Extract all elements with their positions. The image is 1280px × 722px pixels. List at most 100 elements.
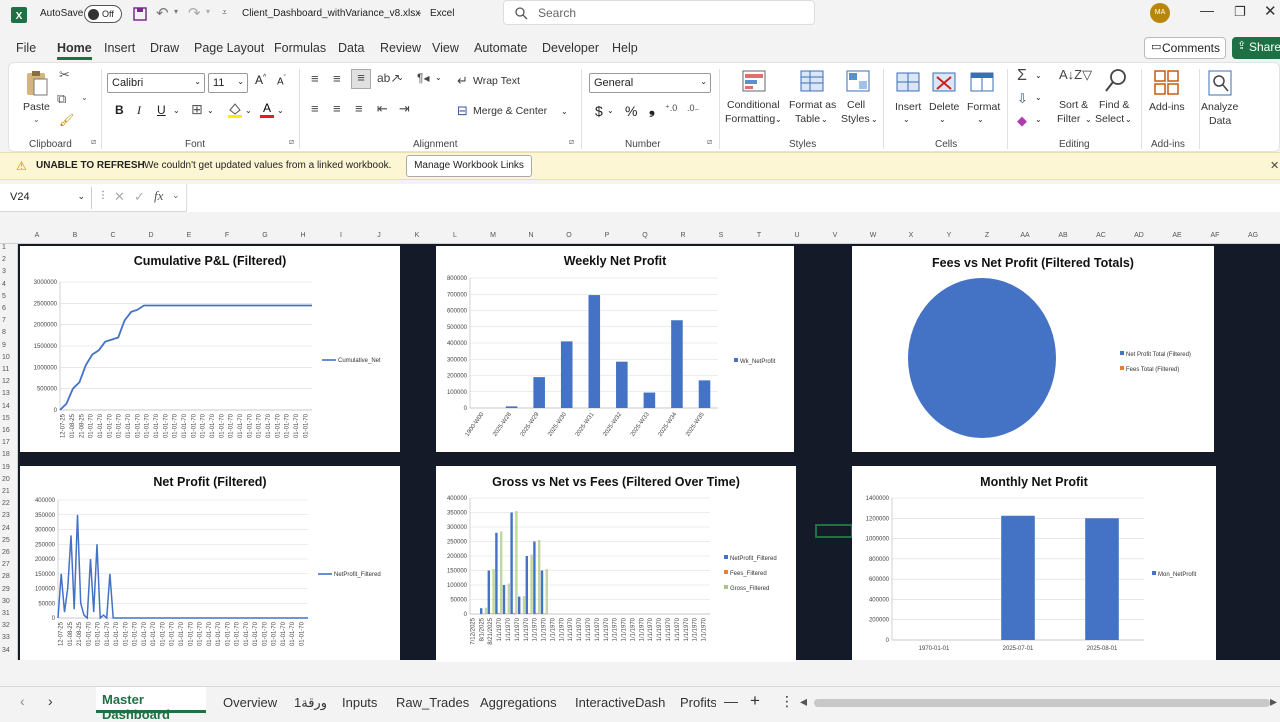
tab-insert[interactable]: Insert <box>104 41 135 55</box>
delete-cells-icon[interactable] <box>931 69 957 95</box>
fill-icon[interactable]: ⇩ <box>1017 91 1028 107</box>
column-header-AE[interactable]: AE <box>1158 232 1196 239</box>
column-header-F[interactable]: F <box>208 232 246 239</box>
analyze-data-label-2[interactable]: Data <box>1209 115 1231 127</box>
underline-button[interactable]: U <box>157 103 166 117</box>
sheet-tab-overview[interactable]: Overview <box>223 695 277 710</box>
cumulative-pnl-chart[interactable]: Cumulative P&L (Filtered) 05000001000000… <box>20 246 400 452</box>
cell-styles-label[interactable]: Cell <box>847 99 865 111</box>
column-header-E[interactable]: E <box>170 232 208 239</box>
align-bottom-icon[interactable]: ≡ <box>351 69 371 89</box>
add-sheet-icon[interactable]: + <box>750 691 760 711</box>
row-header-15[interactable]: 15 <box>2 415 10 422</box>
redo-icon[interactable]: ↷ <box>188 4 201 22</box>
underline-dropdown-icon[interactable]: ⌄ <box>173 106 180 115</box>
sort-filter-label[interactable]: Sort & <box>1059 99 1088 111</box>
row-header-10[interactable]: 10 <box>2 354 10 361</box>
row-header-22[interactable]: 22 <box>2 500 10 507</box>
format-as-table-label-2[interactable]: Table <box>795 113 820 125</box>
format-cells-label[interactable]: Format <box>967 101 1000 113</box>
collapse-tabs-icon[interactable]: — <box>724 693 738 709</box>
row-header-1[interactable]: 1 <box>2 244 6 251</box>
merge-icon[interactable]: ⊟ <box>457 103 468 119</box>
row-header-16[interactable]: 16 <box>2 427 10 434</box>
align-center-icon[interactable]: ≡ <box>333 101 341 116</box>
font-size-select[interactable]: 11 ⌄ <box>208 73 248 93</box>
column-header-R[interactable]: R <box>664 232 702 239</box>
sort-filter-label-2[interactable]: Filter <box>1057 113 1080 125</box>
tab-page-layout[interactable]: Page Layout <box>194 41 264 55</box>
copy-icon[interactable]: ⧉ <box>57 91 66 107</box>
column-header-Y[interactable]: Y <box>930 232 968 239</box>
format-as-table-label[interactable]: Format as <box>789 99 836 111</box>
tab-help[interactable]: Help <box>612 41 638 55</box>
row-header-4[interactable]: 4 <box>2 281 6 288</box>
column-header-B[interactable]: B <box>56 232 94 239</box>
rtl-dropdown-icon[interactable]: ⌄ <box>435 73 442 82</box>
format-painter-icon[interactable]: 🖌 <box>59 113 74 127</box>
column-header-I[interactable]: I <box>322 232 360 239</box>
find-select-dropdown-icon[interactable]: ⌄ <box>1125 115 1132 124</box>
sheet-tab-raw-trades[interactable]: Raw_Trades <box>396 695 469 710</box>
horizontal-scrollbar[interactable] <box>814 699 1270 707</box>
row-header-11[interactable]: 11 <box>2 366 9 373</box>
manage-workbook-links-button[interactable]: Manage Workbook Links <box>406 155 532 177</box>
wrap-text-icon[interactable]: ↵ <box>457 73 468 89</box>
close-icon[interactable]: ✕ <box>1264 2 1277 20</box>
row-header-20[interactable]: 20 <box>2 476 10 483</box>
undo-dropdown-icon[interactable]: ▾ <box>174 7 178 16</box>
row-header-32[interactable]: 32 <box>2 622 10 629</box>
column-header-U[interactable]: U <box>778 232 816 239</box>
format-as-table-icon[interactable] <box>799 69 825 93</box>
sheet-tab-profits[interactable]: Profits_ <box>680 695 716 710</box>
align-right-icon[interactable]: ≡ <box>355 101 363 116</box>
row-header-31[interactable]: 31 <box>2 610 10 617</box>
redo-dropdown-icon[interactable]: ▾ <box>206 7 210 16</box>
find-select-icon[interactable] <box>1103 67 1129 95</box>
currency-button[interactable]: $ <box>595 103 603 119</box>
paste-label[interactable]: Paste <box>23 101 50 113</box>
next-sheet-icon[interactable]: › <box>48 693 53 709</box>
column-header-D[interactable]: D <box>132 232 170 239</box>
column-header-AB[interactable]: AB <box>1044 232 1082 239</box>
insert-function-icon[interactable]: fx <box>154 188 163 204</box>
column-header-P[interactable]: P <box>588 232 626 239</box>
comments-button[interactable]: ▭ Comments <box>1144 37 1226 59</box>
column-header-X[interactable]: X <box>892 232 930 239</box>
row-header-19[interactable]: 19 <box>2 464 10 471</box>
italic-button[interactable]: I <box>137 103 141 118</box>
sheet-tab-master-dashboard[interactable]: Master Dashboard <box>96 687 206 713</box>
row-header-33[interactable]: 33 <box>2 634 10 641</box>
clear-dropdown-icon[interactable]: ⌄ <box>1035 115 1042 124</box>
cell-styles-label-2[interactable]: Styles <box>841 113 870 125</box>
conditional-formatting-dropdown-icon[interactable]: ⌄ <box>775 115 782 124</box>
cell-styles-icon[interactable] <box>845 69 871 93</box>
alignment-launcher-icon[interactable]: ⧄ <box>569 137 574 147</box>
fill-color-icon[interactable] <box>227 101 243 119</box>
find-select-label[interactable]: Find & <box>1099 99 1129 111</box>
increase-indent-icon[interactable]: ⇥ <box>399 101 410 117</box>
sort-filter-icon[interactable]: A↓Z▽ <box>1059 67 1092 83</box>
row-header-8[interactable]: 8 <box>2 329 6 336</box>
fees-vs-net-profit-chart[interactable]: Fees vs Net Profit (Filtered Totals) Net… <box>852 246 1214 452</box>
row-header-7[interactable]: 7 <box>2 317 6 324</box>
sheet-tab-aggregations[interactable]: Aggregations <box>480 695 557 710</box>
analyze-data-icon[interactable] <box>1207 69 1233 97</box>
percent-button[interactable]: % <box>625 103 637 119</box>
font-color-icon[interactable]: A <box>259 101 275 119</box>
decrease-decimal-icon[interactable]: .0₋ <box>687 103 699 114</box>
weekly-net-profit-chart[interactable]: Weekly Net Profit 0100000200000300000400… <box>436 246 794 452</box>
decrease-font-icon[interactable]: Aˇ <box>277 75 286 87</box>
cell-styles-dropdown-icon[interactable]: ⌄ <box>871 115 878 124</box>
tab-view[interactable]: View <box>432 41 459 55</box>
row-header-29[interactable]: 29 <box>2 586 10 593</box>
column-header-S[interactable]: S <box>702 232 740 239</box>
cut-icon[interactable]: ✂ <box>59 67 70 83</box>
fx-dropdown-icon[interactable]: ⌄ <box>172 190 180 201</box>
increase-decimal-icon[interactable]: ⁺.0 <box>665 103 677 114</box>
decrease-indent-icon[interactable]: ⇤ <box>377 101 388 117</box>
column-header-M[interactable]: M <box>474 232 512 239</box>
add-ins-label[interactable]: Add-ins <box>1149 101 1185 113</box>
row-header-14[interactable]: 14 <box>2 403 10 410</box>
rtl-icon[interactable]: ¶◂ <box>417 71 429 85</box>
